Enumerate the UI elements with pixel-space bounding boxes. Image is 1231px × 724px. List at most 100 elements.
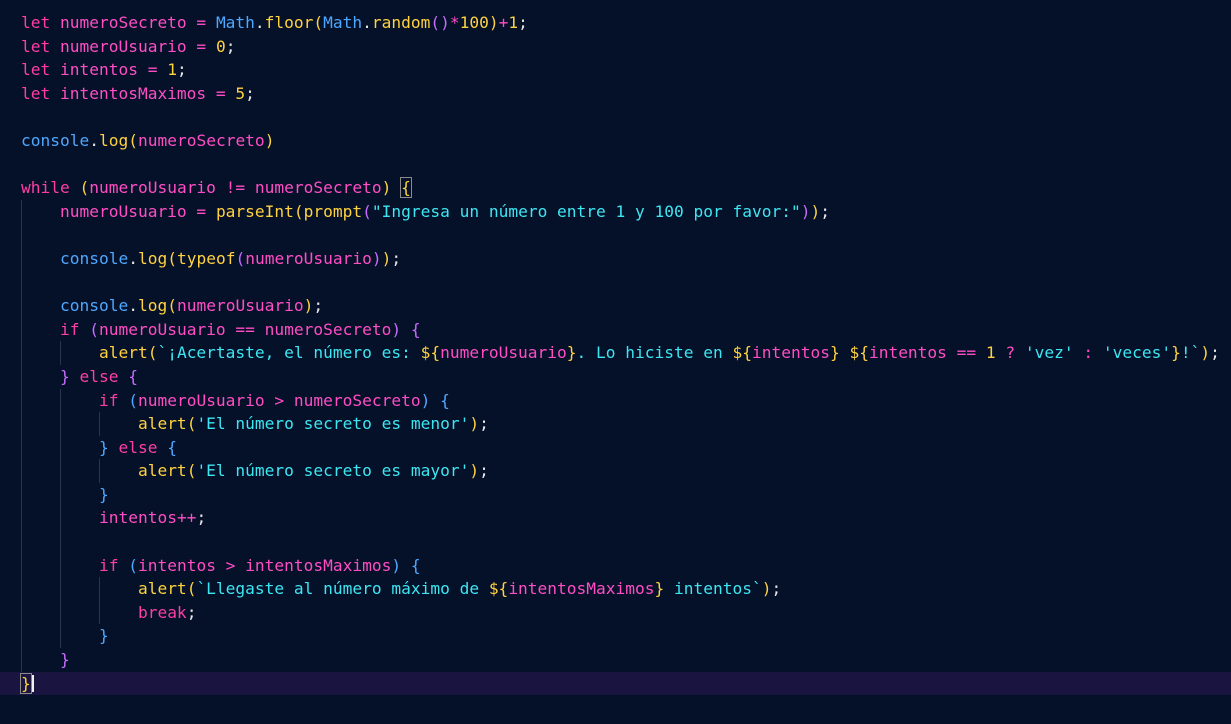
code-token-fn: } xyxy=(829,343,840,363)
code-token-paren: ( xyxy=(293,201,304,221)
code-token-paren: ) xyxy=(469,461,480,481)
code-line[interactable]: let intentosMaximos = 5; xyxy=(21,82,1231,106)
code-token-paren2: { xyxy=(410,319,421,339)
code-token-fn: } xyxy=(1171,343,1181,363)
code-line[interactable]: } xyxy=(21,624,1231,649)
code-token-str xyxy=(840,343,850,362)
code-line[interactable]: } else { xyxy=(21,435,1231,460)
code-token-op: > xyxy=(264,390,294,410)
code-line[interactable] xyxy=(21,270,1231,295)
code-line[interactable]: alert('El número secreto es menor'); xyxy=(21,412,1231,436)
code-line[interactable] xyxy=(21,105,1231,129)
code-token-var: intentos xyxy=(868,343,947,363)
bracket-match-highlight: { xyxy=(400,177,412,199)
code-token-var: intentosMaximos xyxy=(59,83,207,103)
code-line[interactable]: alert('El número secreto es mayor'); xyxy=(21,459,1231,483)
code-token-fn: typeof xyxy=(176,248,236,268)
code-token-op: == xyxy=(946,343,986,363)
code-token-plain: ; xyxy=(176,60,187,80)
code-token-paren2: } xyxy=(59,366,70,386)
code-token-plain: ; xyxy=(225,36,236,56)
code-token-num: 1 xyxy=(167,60,177,80)
code-token-paren2: ) xyxy=(391,319,402,339)
code-line[interactable]: console.log(numeroUsuario); xyxy=(21,294,1231,318)
code-token-var: numeroUsuario xyxy=(98,319,226,339)
code-token-fn: ${ xyxy=(732,343,752,363)
code-line[interactable]: break; xyxy=(21,600,1231,625)
code-line[interactable]: let numeroUsuario = 0; xyxy=(21,35,1231,59)
code-token-op: : xyxy=(1073,343,1103,363)
code-token-plain: ; xyxy=(1210,343,1220,363)
code-token-plain: . xyxy=(362,13,372,32)
code-line[interactable]: intentos++; xyxy=(21,506,1231,531)
bracket-match-highlight: } xyxy=(20,672,32,694)
code-line[interactable]: if (numeroUsuario == numeroSecreto) { xyxy=(21,317,1231,342)
code-token-var: numeroSecreto xyxy=(254,178,382,198)
code-token-paren: ( xyxy=(313,13,324,32)
code-line[interactable]: alert(`Llegaste al número máximo de ${in… xyxy=(21,577,1231,601)
code-token-str: intentos` xyxy=(664,579,762,599)
code-line[interactable]: } xyxy=(21,482,1231,507)
code-token-paren: ( xyxy=(186,579,197,599)
code-token-paren2: ) xyxy=(371,248,382,268)
code-token-op: + xyxy=(498,13,509,32)
code-line[interactable]: if (numeroUsuario > numeroSecreto) { xyxy=(21,388,1231,413)
code-line[interactable]: if (intentos > intentosMaximos) { xyxy=(21,553,1231,578)
code-token-paren2: ( xyxy=(89,319,99,339)
code-token-str: `¡Acertaste, el número es: xyxy=(157,343,421,363)
text-cursor xyxy=(31,674,34,693)
code-line[interactable] xyxy=(21,223,1231,247)
code-line[interactable]: numeroUsuario = parseInt(prompt("Ingresa… xyxy=(21,199,1231,224)
code-line[interactable]: console.log(typeof(numeroUsuario)); xyxy=(21,246,1231,271)
code-token-op: = xyxy=(206,83,236,103)
code-token-var: numeroUsuario xyxy=(89,178,216,198)
code-token-fn: parseInt xyxy=(215,201,294,221)
code-token-op: != xyxy=(215,178,255,198)
code-line[interactable]: alert(`¡Acertaste, el número es: ${numer… xyxy=(21,341,1231,365)
code-token-kw: else xyxy=(108,437,168,457)
code-line[interactable]: let numeroSecreto = Math.floor(Math.rand… xyxy=(21,11,1231,35)
code-token-plain: ; xyxy=(771,579,782,599)
code-token-fn: ${ xyxy=(488,579,509,599)
code-token-paren2: ) xyxy=(800,201,811,221)
code-token-brace: { xyxy=(440,390,450,410)
code-token-brace: ( xyxy=(128,390,138,410)
code-token-num: 0 xyxy=(215,36,226,56)
code-token-builtin: Math xyxy=(215,13,255,32)
code-line[interactable]: console.log(numeroSecreto) xyxy=(21,129,1231,153)
code-line[interactable]: } else { xyxy=(21,364,1231,389)
code-token-paren2: } xyxy=(59,650,70,670)
code-token-paren: ( xyxy=(128,130,138,150)
code-token-var: intentos xyxy=(137,555,216,575)
code-token-var: numeroSecreto xyxy=(137,130,265,150)
code-editor[interactable]: let numeroSecreto = Math.floor(Math.rand… xyxy=(0,0,1231,724)
code-token-var: numeroSecreto xyxy=(59,13,187,32)
code-token-brace: } xyxy=(98,437,109,457)
code-line[interactable]: } xyxy=(0,671,1231,696)
code-token-paren: ( xyxy=(167,248,177,268)
code-token-builtin: console xyxy=(59,248,129,268)
code-line[interactable]: while (numeroUsuario != numeroSecreto) { xyxy=(21,176,1231,200)
code-token-plain: ; xyxy=(186,602,197,622)
code-line[interactable]: let intentos = 1; xyxy=(21,58,1231,82)
code-line[interactable] xyxy=(21,530,1231,554)
code-token-var: numeroUsuario xyxy=(137,390,265,410)
code-line[interactable]: } xyxy=(21,648,1231,672)
code-token-var: intentosMaximos xyxy=(508,579,655,599)
code-line[interactable] xyxy=(21,153,1231,177)
code-token-var: intentos xyxy=(98,508,177,528)
code-token-paren: ( xyxy=(147,343,158,363)
